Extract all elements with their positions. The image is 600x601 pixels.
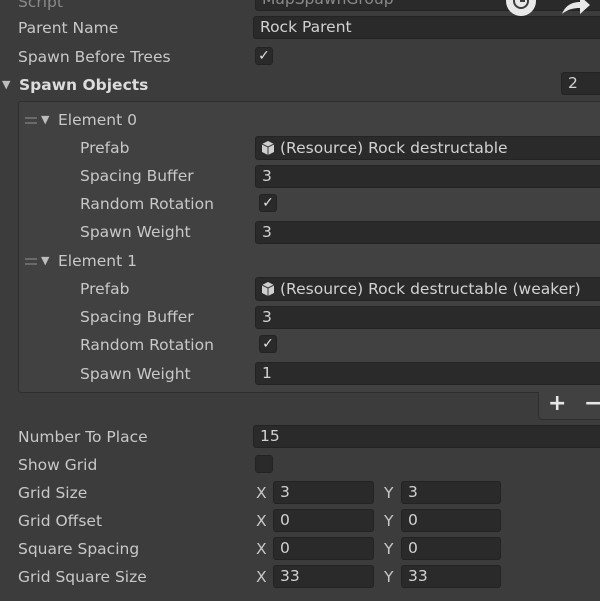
grid-square-size-y-axis: Y <box>384 568 394 586</box>
grid-offset-x-field[interactable]: 0 <box>273 509 374 532</box>
clock-icon[interactable] <box>506 0 536 16</box>
grid-offset-y-axis: Y <box>384 512 394 530</box>
number-to-place-label: Number To Place <box>18 428 148 446</box>
grid-size-y-field[interactable]: 3 <box>401 481 501 504</box>
element-1-rotation-checkbox[interactable]: ✓ <box>259 335 277 353</box>
spawn-before-trees-checkbox[interactable]: ✓ <box>255 47 273 65</box>
parent-name-label: Parent Name <box>18 19 119 37</box>
element-1-spacing-label: Spacing Buffer <box>80 308 194 326</box>
element-0-spacing-field[interactable]: 3 <box>255 165 600 188</box>
grid-square-size-x-field[interactable]: 33 <box>273 565 374 588</box>
cube-icon <box>261 282 275 296</box>
drag-handle-icon[interactable] <box>25 258 37 265</box>
element-1-rotation-label: Random Rotation <box>80 336 214 354</box>
element-1-spacing-field[interactable]: 3 <box>255 306 600 329</box>
script-field[interactable]: MapSpawnGroup <box>255 0 600 11</box>
element-0-weight-label: Spawn Weight <box>80 223 191 241</box>
grid-square-size-x-axis: X <box>256 568 267 586</box>
grid-square-size-label: Grid Square Size <box>18 568 147 586</box>
element-1-prefab-label: Prefab <box>80 280 130 298</box>
grid-square-size-y-field[interactable]: 33 <box>401 565 501 588</box>
show-grid-label: Show Grid <box>18 456 98 474</box>
spawn-before-trees-label: Spawn Before Trees <box>18 48 171 66</box>
grid-size-x-axis: X <box>256 484 267 502</box>
spawn-objects-label[interactable]: Spawn Objects <box>19 75 148 95</box>
element-0-title[interactable]: Element 0 <box>58 110 137 130</box>
square-spacing-label: Square Spacing <box>18 540 140 558</box>
element-0-prefab-field[interactable]: (Resource) Rock destructable <box>255 136 600 160</box>
show-grid-checkbox[interactable] <box>255 455 273 473</box>
cube-icon <box>261 141 275 155</box>
square-spacing-x-axis: X <box>256 540 267 558</box>
grid-offset-x-axis: X <box>256 512 267 530</box>
element-0-rotation-checkbox[interactable]: ✓ <box>259 194 277 212</box>
square-spacing-y-field[interactable]: 0 <box>401 537 501 560</box>
spawn-objects-size-field[interactable]: 2 <box>561 72 600 95</box>
parent-name-field[interactable]: Rock Parent <box>253 16 600 39</box>
grid-offset-y-field[interactable]: 0 <box>401 509 501 532</box>
element-1-prefab-value: (Resource) Rock destructable (weaker) <box>280 280 581 298</box>
element-0-prefab-label: Prefab <box>80 139 130 157</box>
triangle-down-icon[interactable]: ▼ <box>41 110 49 130</box>
grid-size-label: Grid Size <box>18 484 88 502</box>
add-element-button[interactable]: + <box>548 392 566 416</box>
element-1-prefab-field[interactable]: (Resource) Rock destructable (weaker) <box>255 277 600 301</box>
triangle-down-icon[interactable]: ▼ <box>41 251 49 271</box>
script-label: Script <box>18 0 63 11</box>
element-0-spacing-label: Spacing Buffer <box>80 167 194 185</box>
grid-size-x-field[interactable]: 3 <box>273 481 374 504</box>
grid-size-y-axis: Y <box>384 484 394 502</box>
remove-element-button[interactable]: − <box>584 392 600 416</box>
element-1-title[interactable]: Element 1 <box>58 251 137 271</box>
element-1-weight-label: Spawn Weight <box>80 365 191 383</box>
number-to-place-field[interactable]: 15 <box>253 425 600 448</box>
square-spacing-x-field[interactable]: 0 <box>273 537 374 560</box>
element-0-prefab-value: (Resource) Rock destructable <box>280 139 508 157</box>
element-0-weight-field[interactable]: 3 <box>255 221 600 244</box>
triangle-down-icon[interactable]: ▼ <box>2 75 10 95</box>
element-0-rotation-label: Random Rotation <box>80 195 214 213</box>
square-spacing-y-axis: Y <box>384 540 394 558</box>
drag-handle-icon[interactable] <box>25 117 37 124</box>
grid-offset-label: Grid Offset <box>18 512 103 530</box>
element-1-weight-field[interactable]: 1 <box>255 362 600 385</box>
